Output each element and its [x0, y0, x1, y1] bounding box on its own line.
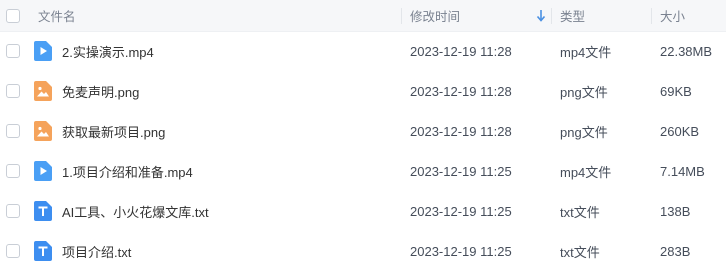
table-row[interactable]: 2.实操演示.mp4 2023-12-19 11:28 mp4文件 22.38M…: [0, 31, 726, 71]
file-size-text: 138B: [660, 203, 691, 219]
file-modified-time: 2023-12-19 11:25: [410, 151, 540, 191]
file-type: mp4文件: [560, 151, 650, 191]
file-name[interactable]: AI工具、小火花爆文库.txt: [62, 202, 209, 221]
row-checkbox[interactable]: [6, 164, 20, 178]
file-name-cell[interactable]: 项目介绍.txt: [34, 231, 396, 271]
column-header-size[interactable]: 大小: [660, 0, 726, 31]
select-all-checkbox-cell[interactable]: [6, 0, 26, 31]
table-row[interactable]: 获取最新项目.png 2023-12-19 11:28 png文件 260KB: [0, 111, 726, 151]
file-modified-time: 2023-12-19 11:28: [410, 111, 540, 151]
file-size: 69KB: [660, 71, 726, 111]
file-type-text: png文件: [560, 124, 608, 140]
modified-time-text: 2023-12-19 11:28: [410, 123, 512, 139]
file-type-text: mp4文件: [560, 44, 612, 60]
file-modified-time: 2023-12-19 11:25: [410, 231, 540, 271]
file-type-text: txt文件: [560, 244, 600, 260]
file-size: 138B: [660, 191, 726, 231]
column-header-type[interactable]: 类型: [560, 0, 650, 31]
file-name[interactable]: 获取最新项目.png: [62, 122, 165, 141]
text-file-icon: [34, 241, 52, 261]
file-name-cell[interactable]: AI工具、小火花爆文库.txt: [34, 191, 396, 231]
table-row[interactable]: AI工具、小火花爆文库.txt 2023-12-19 11:25 txt文件 1…: [0, 191, 726, 231]
file-size-text: 260KB: [660, 123, 700, 139]
table-row[interactable]: 1.项目介绍和准备.mp4 2023-12-19 11:25 mp4文件 7.1…: [0, 151, 726, 191]
file-type: txt文件: [560, 231, 650, 271]
file-size: 22.38MB: [660, 31, 726, 71]
row-checkbox[interactable]: [6, 124, 20, 138]
image-file-icon: [34, 81, 52, 101]
modified-time-text: 2023-12-19 11:25: [410, 243, 512, 259]
file-size: 260KB: [660, 111, 726, 151]
file-name-cell[interactable]: 2.实操演示.mp4: [34, 31, 396, 71]
modified-time-text: 2023-12-19 11:25: [410, 203, 512, 219]
file-modified-time: 2023-12-19 11:28: [410, 71, 540, 111]
column-divider[interactable]: [651, 8, 652, 24]
file-name-cell[interactable]: 免麦声明.png: [34, 71, 396, 111]
file-name[interactable]: 免麦声明.png: [62, 82, 139, 101]
modified-time-text: 2023-12-19 11:25: [410, 163, 512, 179]
table-row[interactable]: 免麦声明.png 2023-12-19 11:28 png文件 69KB: [0, 71, 726, 111]
file-size-text: 69KB: [660, 83, 692, 99]
file-list-table: 文件名 修改时间 类型 大小 2.实操演示.mp4 2023-12-19 11:…: [0, 0, 726, 274]
file-size-text: 22.38MB: [660, 43, 713, 59]
row-checkbox-cell[interactable]: [6, 191, 26, 231]
column-header-modified-time[interactable]: 修改时间: [410, 0, 540, 31]
file-size-text: 7.14MB: [660, 163, 705, 179]
image-file-icon: [34, 121, 52, 141]
file-type: mp4文件: [560, 31, 650, 71]
file-name[interactable]: 1.项目介绍和准备.mp4: [62, 162, 193, 181]
file-type-text: png文件: [560, 84, 608, 100]
file-modified-time: 2023-12-19 11:28: [410, 31, 540, 71]
file-size-text: 283B: [660, 243, 691, 259]
row-checkbox-cell[interactable]: [6, 31, 26, 71]
file-type: txt文件: [560, 191, 650, 231]
file-size: 283B: [660, 231, 726, 271]
select-all-checkbox[interactable]: [6, 8, 20, 23]
row-checkbox[interactable]: [6, 204, 20, 218]
row-checkbox-cell[interactable]: [6, 231, 26, 271]
table-header: 文件名 修改时间 类型 大小: [0, 0, 726, 32]
row-checkbox-cell[interactable]: [6, 71, 26, 111]
row-checkbox[interactable]: [6, 84, 20, 98]
row-checkbox-cell[interactable]: [6, 111, 26, 151]
file-name-cell[interactable]: 1.项目介绍和准备.mp4: [34, 151, 396, 191]
row-checkbox-cell[interactable]: [6, 151, 26, 191]
row-checkbox[interactable]: [6, 44, 20, 58]
file-size: 7.14MB: [660, 151, 726, 191]
column-header-name[interactable]: 文件名: [38, 0, 400, 31]
text-file-icon: [34, 201, 52, 221]
file-type-text: txt文件: [560, 204, 600, 220]
file-name[interactable]: 项目介绍.txt: [62, 242, 131, 261]
table-row[interactable]: 项目介绍.txt 2023-12-19 11:25 txt文件 283B: [0, 231, 726, 271]
video-file-icon: [34, 41, 52, 61]
file-type-text: mp4文件: [560, 164, 612, 180]
file-name[interactable]: 2.实操演示.mp4: [62, 42, 154, 61]
column-divider[interactable]: [551, 8, 552, 24]
modified-time-text: 2023-12-19 11:28: [410, 43, 512, 59]
video-file-icon: [34, 161, 52, 181]
column-divider[interactable]: [401, 8, 402, 24]
modified-time-text: 2023-12-19 11:28: [410, 83, 512, 99]
file-type: png文件: [560, 71, 650, 111]
file-modified-time: 2023-12-19 11:25: [410, 191, 540, 231]
row-checkbox[interactable]: [6, 244, 20, 258]
file-type: png文件: [560, 111, 650, 151]
file-name-cell[interactable]: 获取最新项目.png: [34, 111, 396, 151]
sort-descending-icon[interactable]: [536, 9, 546, 23]
